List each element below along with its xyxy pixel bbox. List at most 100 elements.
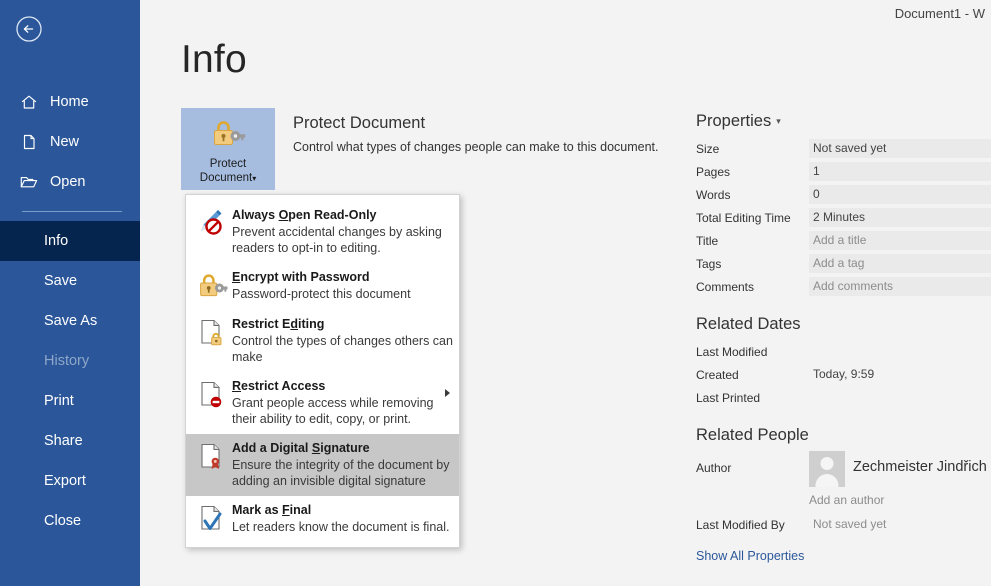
related-date-row: Last Modified bbox=[696, 340, 991, 363]
protect-document-menu: Always Open Read-Only Prevent accidental… bbox=[185, 194, 460, 548]
sidebar-item-save-as[interactable]: Save As bbox=[0, 301, 140, 341]
sidebar-item-new[interactable]: New bbox=[0, 122, 140, 162]
show-all-properties-link[interactable]: Show All Properties bbox=[696, 549, 991, 563]
title-accesskey: d bbox=[290, 317, 298, 331]
property-row: Size Not saved yet bbox=[696, 137, 991, 160]
property-value[interactable]: 2 Minutes bbox=[809, 208, 991, 227]
sidebar-item-label: Export bbox=[44, 473, 86, 489]
property-value[interactable]: Add comments bbox=[809, 277, 991, 296]
property-row: Total Editing Time 2 Minutes bbox=[696, 206, 991, 229]
related-dates-heading: Related Dates bbox=[696, 315, 801, 333]
sidebar-item-home[interactable]: Home bbox=[0, 82, 140, 122]
menu-item-subtitle: Let readers know the document is final. bbox=[232, 520, 450, 534]
sidebar-item-label: Info bbox=[44, 233, 69, 249]
menu-item-restrict-access[interactable]: Restrict Access Grant people access whil… bbox=[186, 372, 459, 434]
property-value bbox=[809, 388, 991, 407]
title-pre: Restrict E bbox=[232, 317, 291, 331]
lock-key-icon bbox=[210, 117, 246, 154]
add-an-author-link[interactable]: Add an author bbox=[696, 493, 991, 507]
property-value[interactable]: 1 bbox=[809, 162, 991, 181]
sidebar-item-share[interactable]: Share bbox=[0, 421, 140, 461]
menu-item-add-digital-signature[interactable]: Add a Digital Signature Ensure the integ… bbox=[186, 434, 459, 496]
title-post: estrict Access bbox=[241, 379, 326, 393]
property-key: Created bbox=[696, 367, 739, 382]
menu-item-restrict-editing[interactable]: Restrict Editing Control the types of ch… bbox=[186, 310, 459, 372]
property-key: Size bbox=[696, 141, 720, 156]
property-value[interactable]: Add a title bbox=[809, 231, 991, 250]
protect-label-line2: Document bbox=[199, 172, 253, 184]
author-label: Author bbox=[696, 461, 732, 475]
avatar-head bbox=[820, 457, 834, 470]
sidebar-item-info[interactable]: Info bbox=[0, 221, 140, 261]
avatar-body bbox=[815, 474, 839, 487]
menu-item-mark-as-final[interactable]: Mark as Final Let readers know the docum… bbox=[186, 496, 459, 543]
title-post: ignature bbox=[320, 441, 370, 455]
submenu-arrow-icon[interactable] bbox=[445, 389, 450, 397]
menu-item-always-open-read-only[interactable]: Always Open Read-Only Prevent accidental… bbox=[186, 201, 459, 263]
page-title: Info bbox=[181, 38, 247, 81]
title-accesskey: O bbox=[278, 208, 289, 222]
chevron-down-icon[interactable]: ▾ bbox=[252, 174, 256, 183]
menu-item-subtitle: Control the types of changes others can … bbox=[232, 334, 453, 364]
property-key: Last Modified bbox=[696, 344, 768, 359]
title-post: pen Read-Only bbox=[288, 208, 377, 222]
property-key: Last Modified By bbox=[696, 517, 785, 532]
menu-item-text: Restrict Access Grant people access whil… bbox=[230, 378, 453, 427]
title-pre: Always bbox=[232, 208, 279, 222]
sidebar-item-label: History bbox=[44, 353, 90, 369]
property-row: Title Add a title bbox=[696, 229, 991, 252]
menu-item-encrypt-with-password[interactable]: Encrypt with Password Password-protect t… bbox=[186, 263, 459, 310]
chevron-down-icon[interactable]: ▾ bbox=[776, 116, 781, 127]
sidebar-nav-list: Home New Open Info Save Save As History … bbox=[0, 82, 140, 541]
property-key: Tags bbox=[696, 256, 722, 271]
sidebar-item-label: Save As bbox=[44, 313, 98, 329]
menu-item-title: Restrict Access bbox=[232, 378, 453, 394]
related-people-heading: Related People bbox=[696, 426, 809, 444]
protect-label-line1: Protect bbox=[209, 158, 247, 170]
page-icon bbox=[18, 131, 40, 153]
property-key: Total Editing Time bbox=[696, 210, 791, 225]
menu-item-title: Always Open Read-Only bbox=[232, 207, 453, 223]
sidebar-item-save[interactable]: Save bbox=[0, 261, 140, 301]
author-name[interactable]: Zechmeister Jindřich bbox=[845, 451, 987, 475]
menu-item-text: Always Open Read-Only Prevent accidental… bbox=[230, 207, 453, 256]
back-arrow-icon[interactable] bbox=[13, 13, 45, 45]
sidebar-item-open[interactable]: Open bbox=[0, 162, 140, 202]
menu-item-text: Restrict Editing Control the types of ch… bbox=[230, 316, 453, 365]
property-key: Last Printed bbox=[696, 390, 761, 405]
sidebar-item-close[interactable]: Close bbox=[0, 501, 140, 541]
menu-item-subtitle: Ensure the integrity of the document by … bbox=[232, 458, 450, 488]
protect-document-button[interactable]: Protect Document▾ bbox=[181, 108, 275, 190]
property-row: Pages 1 bbox=[696, 160, 991, 183]
doc-no-entry-icon bbox=[196, 378, 230, 412]
menu-item-text: Add a Digital Signature Ensure the integ… bbox=[230, 440, 453, 489]
sidebar-divider bbox=[22, 211, 122, 212]
backstage-sidebar: Home New Open Info Save Save As History … bbox=[0, 0, 140, 586]
folder-icon bbox=[18, 171, 40, 193]
last-modified-by-row: Last Modified By Not saved yet bbox=[696, 513, 991, 536]
protect-document-button-label: Protect Document▾ bbox=[200, 157, 256, 186]
property-row: Words 0 bbox=[696, 183, 991, 206]
menu-item-subtitle: Password-protect this document bbox=[232, 287, 411, 301]
doc-check-icon bbox=[196, 502, 230, 536]
title-accesskey: R bbox=[232, 379, 242, 393]
property-key: Pages bbox=[696, 164, 731, 179]
property-value[interactable]: Add a tag bbox=[809, 254, 991, 273]
properties-heading[interactable]: Properties ▾ bbox=[696, 112, 991, 131]
sidebar-item-history[interactable]: History bbox=[0, 341, 140, 381]
sidebar-item-export[interactable]: Export bbox=[0, 461, 140, 501]
property-value[interactable]: Not saved yet bbox=[809, 139, 991, 158]
menu-item-title: Restrict Editing bbox=[232, 316, 453, 332]
doc-signature-icon bbox=[196, 440, 230, 474]
sidebar-item-print[interactable]: Print bbox=[0, 381, 140, 421]
window-title: Document1 - W bbox=[894, 6, 985, 21]
sidebar-item-label: Share bbox=[44, 433, 83, 449]
menu-item-title: Encrypt with Password bbox=[232, 269, 453, 285]
property-key: Comments bbox=[696, 279, 755, 294]
title-post: iting bbox=[298, 317, 325, 331]
title-post: inal bbox=[289, 503, 312, 517]
property-value[interactable]: 0 bbox=[809, 185, 991, 204]
menu-item-subtitle: Grant people access while removing their… bbox=[232, 396, 434, 426]
menu-item-title: Add a Digital Signature bbox=[232, 440, 453, 456]
sidebar-item-label: New bbox=[50, 134, 80, 150]
